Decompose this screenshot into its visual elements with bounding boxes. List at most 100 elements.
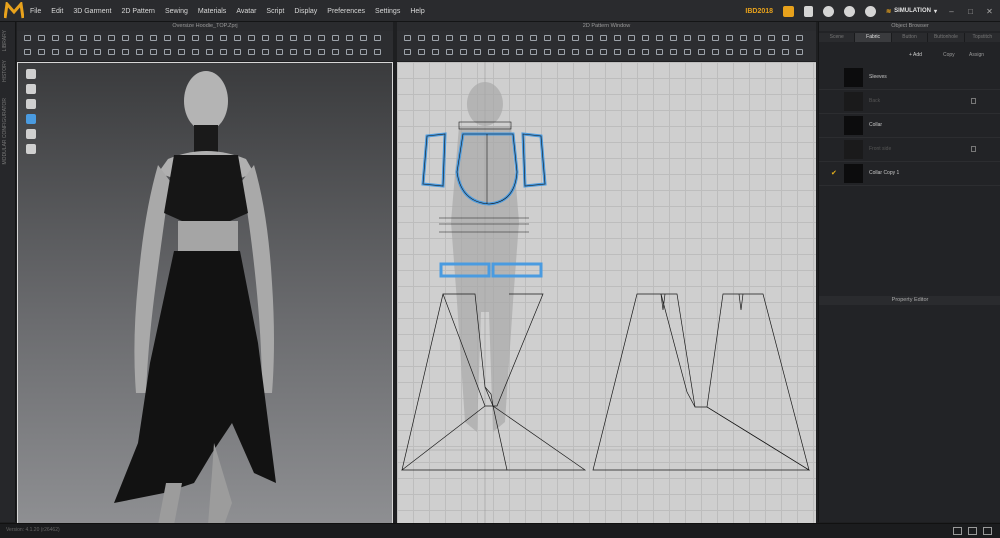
menu-help[interactable]: Help xyxy=(410,8,424,15)
minimize-button[interactable]: – xyxy=(947,7,956,16)
tool-button-icon[interactable] xyxy=(473,34,482,42)
tool-button-icon[interactable] xyxy=(669,48,678,56)
tool-button-icon[interactable] xyxy=(289,34,298,42)
tab-buttonhole[interactable]: Buttonhole xyxy=(928,33,965,42)
layout-triple-icon[interactable] xyxy=(983,527,992,535)
fabric-item-collar-copy-1[interactable]: ✔ Collar Copy 1 xyxy=(819,162,1000,186)
tab-scene[interactable]: Scene xyxy=(819,33,856,42)
tool-button-icon[interactable] xyxy=(79,34,88,42)
tool-button-icon[interactable] xyxy=(585,34,594,42)
tool-button-icon[interactable] xyxy=(683,48,692,56)
tool-button-icon[interactable] xyxy=(599,48,608,56)
tool-button-icon[interactable] xyxy=(149,48,158,56)
menu-2d-pattern[interactable]: 2D Pattern xyxy=(121,8,154,15)
tool-button-icon[interactable] xyxy=(345,34,354,42)
measure-icon[interactable] xyxy=(26,129,36,139)
tool-button-icon[interactable] xyxy=(473,48,482,56)
tool-button-icon[interactable] xyxy=(149,34,158,42)
tool-button-icon[interactable] xyxy=(51,34,60,42)
tool-button-icon[interactable] xyxy=(23,34,32,42)
tool-button-icon[interactable] xyxy=(373,34,382,42)
tool-button-icon[interactable] xyxy=(121,48,130,56)
maximize-button[interactable]: □ xyxy=(966,7,975,16)
tool-button-icon[interactable] xyxy=(37,34,46,42)
fabric-item-back[interactable]: Back xyxy=(819,90,1000,114)
avatar-head-icon[interactable] xyxy=(26,144,36,154)
tool-button-icon[interactable] xyxy=(445,34,454,42)
add-button[interactable]: + Add xyxy=(909,52,922,58)
tool-button-icon[interactable] xyxy=(431,48,440,56)
garment-view-icon[interactable] xyxy=(26,69,36,79)
tool-button-icon[interactable] xyxy=(345,48,354,56)
tool-button-icon[interactable] xyxy=(373,48,382,56)
tool-button-icon[interactable] xyxy=(753,34,762,42)
tool-button-icon[interactable] xyxy=(655,48,664,56)
trash-icon[interactable] xyxy=(971,146,976,152)
tool-button-icon[interactable] xyxy=(543,48,552,56)
tool-button-icon[interactable] xyxy=(331,48,340,56)
tool-button-icon[interactable] xyxy=(739,48,748,56)
tool-button-icon[interactable] xyxy=(135,48,144,56)
tool-button-icon[interactable] xyxy=(641,34,650,42)
tool-button-icon[interactable] xyxy=(177,48,186,56)
tool-button-icon[interactable] xyxy=(135,34,144,42)
menu-edit[interactable]: Edit xyxy=(51,8,63,15)
tool-button-icon[interactable] xyxy=(767,34,776,42)
tool-button-icon[interactable] xyxy=(417,34,426,42)
tool-button-icon[interactable] xyxy=(191,34,200,42)
tool-button-icon[interactable] xyxy=(613,48,622,56)
user-badge[interactable]: IBD2018 xyxy=(745,8,773,15)
tool-button-icon[interactable] xyxy=(403,48,412,56)
settings-icon[interactable] xyxy=(865,5,877,17)
tool-button-icon[interactable] xyxy=(683,34,692,42)
menu-script[interactable]: Script xyxy=(266,8,284,15)
tool-button-icon[interactable] xyxy=(459,48,468,56)
fabric-item-collar[interactable]: Collar xyxy=(819,114,1000,138)
user-icon[interactable] xyxy=(823,5,835,17)
tool-button-icon[interactable] xyxy=(205,34,214,42)
texture-view-icon[interactable] xyxy=(26,114,36,124)
tool-button-icon[interactable] xyxy=(177,34,186,42)
tool-button-icon[interactable] xyxy=(585,48,594,56)
tool-button-icon[interactable] xyxy=(753,48,762,56)
tool-button-icon[interactable] xyxy=(571,48,580,56)
tool-button-icon[interactable] xyxy=(107,48,116,56)
tool-button-icon[interactable] xyxy=(163,48,172,56)
tool-button-icon[interactable] xyxy=(711,48,720,56)
tool-button-icon[interactable] xyxy=(303,48,312,56)
assign-button[interactable]: Assign xyxy=(969,52,984,58)
tool-button-icon[interactable] xyxy=(261,34,270,42)
avatar-view-icon[interactable] xyxy=(26,99,36,109)
tool-button-icon[interactable] xyxy=(459,34,468,42)
copy-button[interactable]: Copy xyxy=(943,52,955,58)
tool-button-icon[interactable] xyxy=(359,48,368,56)
tool-button-icon[interactable] xyxy=(781,34,790,42)
tool-button-icon[interactable] xyxy=(317,48,326,56)
tool-button-icon[interactable] xyxy=(487,48,496,56)
tool-button-icon[interactable] xyxy=(359,34,368,42)
tool-button-icon[interactable] xyxy=(275,34,284,42)
simulation-mode[interactable]: ≋ SIMULATION ▾ xyxy=(886,8,937,15)
help-icon[interactable] xyxy=(844,5,856,17)
tool-button-icon[interactable] xyxy=(431,34,440,42)
menu-settings[interactable]: Settings xyxy=(375,8,400,15)
menu-materials[interactable]: Materials xyxy=(198,8,226,15)
tool-button-icon[interactable] xyxy=(501,34,510,42)
tool-button-icon[interactable] xyxy=(697,34,706,42)
menu-file[interactable]: File xyxy=(30,8,41,15)
tab-modular-configurator[interactable]: MODULAR CONFIGURATOR xyxy=(2,98,8,164)
tool-button-icon[interactable] xyxy=(697,48,706,56)
tool-button-icon[interactable] xyxy=(219,34,228,42)
tool-button-icon[interactable] xyxy=(613,34,622,42)
menu-3d-garment[interactable]: 3D Garment xyxy=(73,8,111,15)
tool-button-icon[interactable] xyxy=(543,34,552,42)
tool-button-icon[interactable] xyxy=(65,34,74,42)
tool-button-icon[interactable] xyxy=(571,34,580,42)
tool-button-icon[interactable] xyxy=(23,48,32,56)
tab-library[interactable]: LIBRARY xyxy=(2,30,8,51)
menu-display[interactable]: Display xyxy=(294,8,317,15)
tool-button-icon[interactable] xyxy=(795,48,804,56)
layout-single-icon[interactable] xyxy=(953,527,962,535)
tool-button-icon[interactable] xyxy=(767,48,776,56)
menu-avatar[interactable]: Avatar xyxy=(236,8,256,15)
